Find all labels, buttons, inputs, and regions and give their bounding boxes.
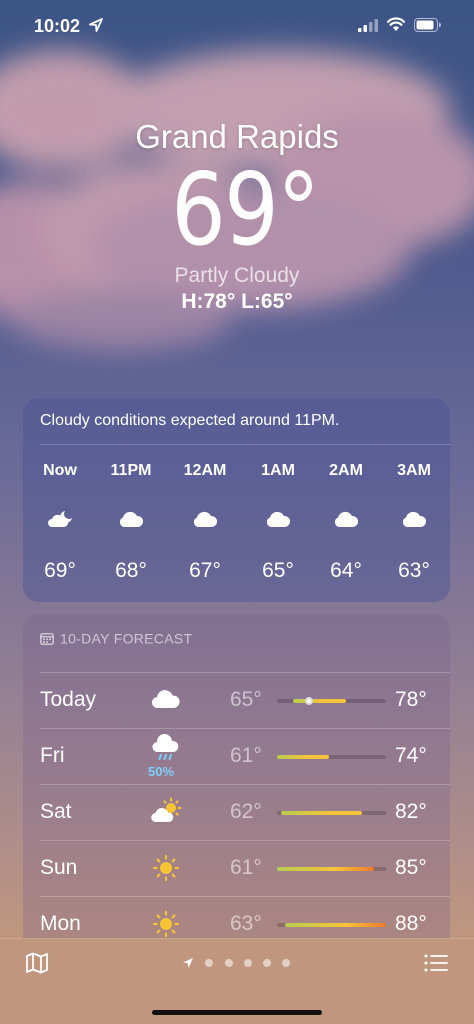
temperature-range-bar (277, 923, 386, 927)
cloud-icon (193, 511, 218, 527)
temperature-range-fill (285, 923, 386, 927)
forecast-row[interactable]: Fri 50% 61° 74° (23, 728, 450, 784)
divider (40, 444, 450, 445)
partly-cloudy-day-icon (151, 797, 182, 823)
status-bar: 10:02 (0, 14, 474, 40)
hourly-summary: Cloudy conditions expected around 11PM. (40, 412, 340, 429)
current-temp-dot (305, 697, 314, 705)
list-icon[interactable] (424, 953, 448, 973)
hour-label: Now (43, 462, 77, 479)
temperature-range-bar (277, 867, 386, 871)
page-dot (244, 959, 252, 967)
forecast-header: 10-DAY FORECAST (40, 629, 192, 646)
hour-label: 3AM (397, 462, 431, 479)
forecast-day: Sat (40, 800, 72, 823)
hour-temp: 64° (330, 559, 362, 582)
forecast-high: 85° (395, 856, 427, 879)
temperature-range-fill (277, 755, 330, 759)
forecast-low: 61° (230, 856, 262, 879)
hour-temp: 65° (262, 559, 294, 582)
precip-chance: 50% (148, 764, 175, 779)
calendar-icon (40, 632, 54, 645)
cloud-icon (402, 511, 427, 527)
forecast-day: Fri (40, 744, 65, 767)
forecast-high: 78° (395, 688, 427, 711)
hour-label: 1AM (261, 462, 295, 479)
page-dot (205, 959, 213, 967)
forecast-day: Mon (40, 912, 81, 935)
sun-icon (152, 854, 180, 882)
map-icon[interactable] (25, 951, 49, 975)
page-dot (282, 959, 290, 967)
temperature-range-bar (277, 697, 386, 705)
page-dot (263, 959, 271, 967)
temperature-range-bar (277, 755, 386, 759)
forecast-low: 65° (230, 688, 262, 711)
cloud-icon (334, 511, 359, 527)
forecast-row[interactable]: Sat 62° 82° (23, 784, 450, 840)
forecast-row[interactable]: Sun 61° 85° (23, 840, 450, 896)
partly-cloudy-night-icon (48, 511, 72, 527)
cloud-icon (266, 511, 291, 527)
hour-label: 2AM (329, 462, 363, 479)
page-dot (225, 959, 233, 967)
cloud-rain-icon (152, 734, 179, 760)
high-low: H:78° L:65° (181, 290, 293, 313)
cloud-icon (151, 690, 180, 709)
status-time: 10:02 (34, 16, 81, 36)
location-arrow-icon (183, 958, 193, 968)
forecast-day: Sun (40, 856, 78, 879)
home-indicator (152, 1010, 322, 1015)
hour-temp: 69° (44, 559, 76, 582)
forecast-low: 62° (230, 800, 262, 823)
hour-temp: 68° (115, 559, 147, 582)
hourly-forecast-card[interactable]: Cloudy conditions expected around 11PM. … (23, 398, 450, 602)
temperature-range-fill (277, 867, 374, 871)
forecast-low: 63° (230, 912, 262, 935)
forecast-header-label: 10-DAY FORECAST (60, 630, 193, 647)
hour-label: 12AM (183, 462, 227, 479)
bottom-toolbar (0, 938, 474, 1024)
wifi-icon (387, 17, 405, 31)
cellular-signal-icon (358, 19, 378, 32)
cloud-icon (119, 511, 144, 527)
forecast-low: 61° (230, 744, 262, 767)
hourly-list[interactable]: Now 69° 11PM 68° 12AM 67° 1AM 65° 2AM 64… (23, 462, 450, 592)
battery-icon (414, 18, 441, 32)
temperature-range-bar (277, 811, 386, 815)
forecast-row[interactable]: Today 65° 78° (23, 672, 450, 728)
forecast-day: Today (40, 688, 97, 711)
forecast-high: 82° (395, 800, 427, 823)
current-weather: Grand Rapids 69° Partly Cloudy H:78° L:6… (0, 118, 474, 314)
hour-label: 11PM (110, 462, 152, 479)
temperature-range-fill (293, 699, 346, 703)
forecast-high: 88° (395, 912, 427, 935)
hour-temp: 67° (189, 559, 221, 582)
sun-icon (152, 910, 180, 938)
current-temperature: 69° (171, 151, 320, 268)
hour-temp: 63° (398, 559, 430, 582)
ten-day-forecast-card[interactable]: 10-DAY FORECAST Today 65° 78° Fri 50% 61… (23, 614, 450, 954)
location-arrow-icon (89, 18, 103, 32)
forecast-high: 74° (395, 744, 427, 767)
temperature-range-fill (281, 811, 362, 815)
